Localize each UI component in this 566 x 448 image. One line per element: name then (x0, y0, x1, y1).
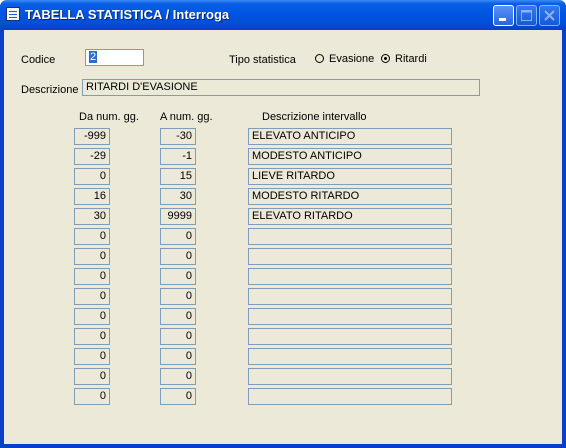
descrizione-field[interactable]: RITARDI D'EVASIONE (82, 79, 480, 96)
minimize-button[interactable] (493, 5, 514, 26)
descrizione-intervallo-field[interactable] (248, 308, 452, 325)
a-num-gg-field[interactable]: -1 (160, 148, 196, 165)
header-da-num-gg: Da num. gg. (79, 111, 139, 123)
window-title: TABELLA STATISTICA / Interroga (25, 7, 230, 22)
radio-ritardi[interactable] (381, 54, 390, 63)
a-num-gg-field[interactable]: 0 (160, 348, 196, 365)
codice-label: Codice (21, 54, 56, 66)
a-num-gg-field[interactable]: 0 (160, 368, 196, 385)
form-area: Codice 2 Tipo statistica Evasione Ritard… (4, 30, 562, 444)
da-num-gg-field[interactable]: 0 (74, 268, 110, 285)
maximize-button (516, 5, 537, 26)
descrizione-intervallo-field[interactable] (248, 388, 452, 405)
descrizione-intervallo-field[interactable]: ELEVATO ANTICIPO (248, 128, 452, 145)
close-icon (544, 10, 555, 21)
title-bar[interactable]: TABELLA STATISTICA / Interroga (0, 0, 566, 30)
a-num-gg-field[interactable]: 0 (160, 308, 196, 325)
minimize-icon (499, 18, 506, 21)
a-num-gg-field[interactable]: -30 (160, 128, 196, 145)
da-num-gg-field[interactable]: 30 (74, 208, 110, 225)
descrizione-intervallo-field[interactable]: LIEVE RITARDO (248, 168, 452, 185)
a-num-gg-field[interactable]: 0 (160, 248, 196, 265)
a-num-gg-field[interactable]: 0 (160, 268, 196, 285)
codice-value: 2 (89, 51, 98, 63)
da-num-gg-field[interactable]: -999 (74, 128, 110, 145)
close-button (539, 5, 560, 26)
da-num-gg-field[interactable]: 0 (74, 248, 110, 265)
radio-evasione-label[interactable]: Evasione (329, 53, 374, 66)
descrizione-intervallo-field[interactable] (248, 268, 452, 285)
a-num-gg-field[interactable]: 0 (160, 388, 196, 405)
a-num-gg-field[interactable]: 0 (160, 328, 196, 345)
app-icon[interactable] (6, 7, 20, 21)
window: TABELLA STATISTICA / Interroga Codice 2 … (0, 0, 566, 448)
descrizione-intervallo-field[interactable] (248, 348, 452, 365)
descrizione-label: Descrizione (21, 84, 79, 96)
da-num-gg-field[interactable]: 0 (74, 368, 110, 385)
a-num-gg-field[interactable]: 0 (160, 228, 196, 245)
da-num-gg-field[interactable]: 0 (74, 388, 110, 405)
maximize-icon (521, 10, 532, 21)
descrizione-intervallo-field[interactable] (248, 248, 452, 265)
radio-ritardi-label[interactable]: Ritardi (395, 53, 427, 66)
da-num-gg-field[interactable]: -29 (74, 148, 110, 165)
da-num-gg-field[interactable]: 0 (74, 328, 110, 345)
a-num-gg-field[interactable]: 9999 (160, 208, 196, 225)
descrizione-intervallo-field[interactable]: ELEVATO RITARDO (248, 208, 452, 225)
descrizione-intervallo-field[interactable] (248, 288, 452, 305)
da-num-gg-field[interactable]: 0 (74, 168, 110, 185)
header-descrizione-intervallo: Descrizione intervallo (262, 111, 367, 123)
descrizione-intervallo-field[interactable]: MODESTO RITARDO (248, 188, 452, 205)
da-num-gg-field[interactable]: 0 (74, 308, 110, 325)
codice-field[interactable]: 2 (85, 49, 144, 66)
da-num-gg-field[interactable]: 0 (74, 348, 110, 365)
descrizione-intervallo-field[interactable]: MODESTO ANTICIPO (248, 148, 452, 165)
radio-evasione[interactable] (315, 54, 324, 63)
descrizione-intervallo-field[interactable] (248, 228, 452, 245)
a-num-gg-field[interactable]: 15 (160, 168, 196, 185)
header-a-num-gg: A num. gg. (160, 111, 213, 123)
descrizione-intervallo-field[interactable] (248, 368, 452, 385)
da-num-gg-field[interactable]: 16 (74, 188, 110, 205)
a-num-gg-field[interactable]: 30 (160, 188, 196, 205)
da-num-gg-field[interactable]: 0 (74, 228, 110, 245)
da-num-gg-field[interactable]: 0 (74, 288, 110, 305)
a-num-gg-field[interactable]: 0 (160, 288, 196, 305)
tipo-statistica-label: Tipo statistica (229, 54, 296, 66)
descrizione-intervallo-field[interactable] (248, 328, 452, 345)
